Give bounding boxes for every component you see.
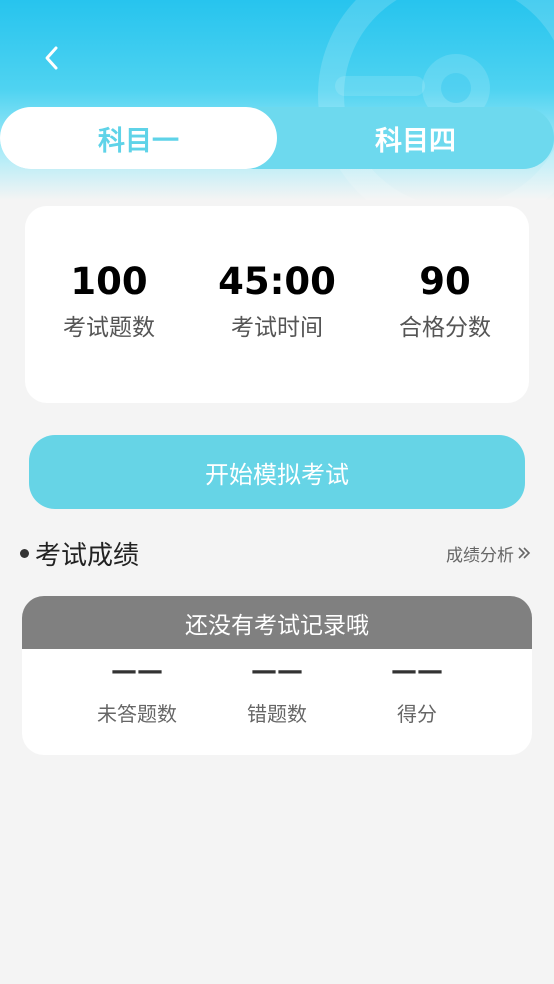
subject-tabs: 科目一 科目四	[0, 107, 554, 169]
back-button[interactable]	[30, 36, 74, 80]
question-count-stat: 100 考试题数	[25, 258, 193, 342]
tab-subject-four[interactable]: 科目四	[277, 107, 554, 169]
question-count-value: 100	[70, 260, 148, 303]
pass-score-value: 90	[419, 260, 471, 303]
unanswered-label: 未答题数	[97, 702, 177, 726]
exam-time-label: 考试时间	[231, 315, 323, 341]
exam-records-card: 还没有考试记录哦 —— 未答题数 —— 错题数 —— 得分	[22, 596, 532, 755]
exam-info-card: 100 考试题数 45:00 考试时间 90 合格分数	[25, 206, 529, 403]
steering-wheel-decoration-icon	[318, 0, 554, 200]
results-section-title: 考试成绩	[20, 533, 139, 573]
score-label: 得分	[397, 702, 437, 726]
start-mock-exam-button[interactable]: 开始模拟考试	[29, 435, 525, 509]
score-analysis-link[interactable]: 成绩分析	[446, 539, 532, 567]
exam-time-stat: 45:00 考试时间	[193, 258, 361, 342]
pass-score-label: 合格分数	[399, 315, 491, 341]
unanswered-stat: —— 未答题数	[67, 654, 207, 727]
wrong-count-value: ——	[251, 656, 303, 686]
double-chevron-right-icon	[518, 547, 531, 559]
score-stat: —— 得分	[347, 654, 487, 727]
score-value: ——	[391, 656, 443, 686]
empty-records-message: 还没有考试记录哦	[22, 596, 532, 649]
chevron-left-icon	[45, 46, 58, 70]
bullet-dot-icon	[20, 548, 29, 558]
wrong-count-label: 错题数	[247, 702, 307, 726]
question-count-label: 考试题数	[63, 315, 155, 341]
header-background	[0, 0, 554, 200]
wrong-count-stat: —— 错题数	[207, 654, 347, 727]
tab-subject-one[interactable]: 科目一	[0, 107, 277, 169]
pass-score-stat: 90 合格分数	[361, 258, 529, 342]
results-title-text: 考试成绩	[35, 540, 140, 571]
score-analysis-label: 成绩分析	[446, 545, 514, 566]
exam-time-value: 45:00	[218, 260, 336, 303]
unanswered-value: ——	[111, 656, 163, 686]
